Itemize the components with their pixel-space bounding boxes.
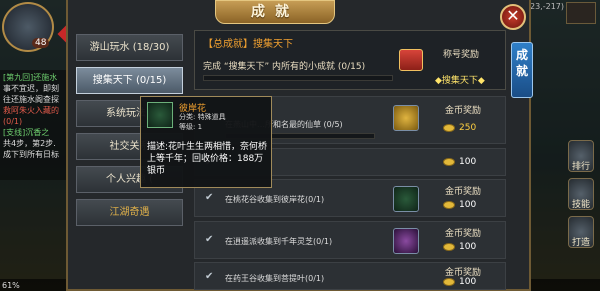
rank-button[interactable]: 排行 <box>568 140 594 172</box>
coin-reward-value: 100 <box>443 242 476 252</box>
tooltip-item-description: 描述:花叶生生两相惜，奈何桥上等千年；回收价格：188万银币 <box>147 142 268 176</box>
achievement-text: 在药王谷收集到菩提叶(0/1) <box>225 274 325 283</box>
coin-amount: 100 <box>459 277 477 287</box>
coin-amount: 100 <box>459 242 477 252</box>
quest-line: 救阿朱火入藏的 <box>3 106 59 115</box>
tooltip-item-level: 等级: 1 <box>179 123 203 131</box>
title-reward-label: 称号奖励 <box>443 50 480 60</box>
player-level-badge: 48 <box>32 38 50 48</box>
quest-line: [支线]沉香之 <box>3 128 50 137</box>
achievement-row[interactable]: ✔ 在药王谷收集到菩提叶(0/1) 金币奖励 100 <box>194 262 506 290</box>
coin-icon <box>443 242 455 251</box>
summary-progress-bar <box>203 75 393 81</box>
gold-ingot-icon <box>393 105 419 131</box>
item-tooltip: 彼岸花 分类: 特殊道具 等级: 1 描述:花叶生生两相惜，奈何桥上等千年；回收… <box>140 96 272 188</box>
tab-achievement-side[interactable]: 成就 <box>511 42 533 98</box>
summary-header: 【总成就】搜集天下 <box>203 39 293 50</box>
flower-icon <box>147 102 173 128</box>
lingzhi-icon <box>393 228 419 254</box>
minimap-button[interactable] <box>566 2 596 24</box>
coin-icon <box>443 157 455 166</box>
panel-title: 成就 <box>215 0 335 24</box>
tab-adventure[interactable]: 江湖奇遇 <box>76 199 183 226</box>
coin-icon <box>443 200 455 209</box>
coin-reward-value: 100 <box>443 277 476 287</box>
summary-description: 完成 “搜集天下” 内所有的小成就 (0/15) <box>203 62 366 72</box>
quest-line: [第九回]还施水 <box>3 73 58 82</box>
coin-icon <box>443 123 455 132</box>
quest-line: 共4步，第2步. <box>3 139 56 148</box>
skill-button[interactable]: 技能 <box>568 178 594 210</box>
achievement-row[interactable]: ✔ 在逍遥派收集到千年灵芝(0/1) 金币奖励 100 <box>194 221 506 259</box>
rank-label: 排行 <box>571 162 590 172</box>
quest-tracker[interactable]: [第九回]还施水 事不宜迟，即刻 往还施水阁查探 救阿朱火入藏的 (0/1) [… <box>0 70 68 180</box>
quest-line: (0/1) <box>3 117 23 126</box>
coin-reward-label: 金币奖励 <box>445 229 482 239</box>
coin-amount: 250 <box>459 123 477 133</box>
skill-label: 技能 <box>571 200 590 210</box>
quest-line: 成下到所有日标 <box>3 150 59 159</box>
flower-icon <box>393 186 419 212</box>
check-icon: ✔ <box>205 271 214 282</box>
title-reward-chest-icon <box>399 49 423 71</box>
achievement-text: 在逍遥派收集到千年灵芝(0/1) <box>225 237 333 246</box>
quest-line: 往还施水阁查探 <box>3 95 59 104</box>
achievement-text: 在桃花谷收集到彼岸花(0/1) <box>225 195 325 204</box>
coin-reward-value: 100 <box>443 157 476 167</box>
coin-reward-value: 100 <box>443 200 476 210</box>
coin-reward-value: 250 <box>443 123 476 133</box>
coin-reward-label: 金币奖励 <box>445 106 482 116</box>
close-button[interactable]: ✕ <box>500 4 526 30</box>
check-icon: ✔ <box>205 192 214 203</box>
tab-travel[interactable]: 游山玩水 (18/30) <box>76 34 183 61</box>
tab-collect[interactable]: 搜集天下 (0/15) <box>76 67 183 94</box>
quest-line: 事不宜迟，即刻 <box>3 84 59 93</box>
title-reward-name: ◆搜集天下◆ <box>435 76 485 86</box>
summary-card: 【总成就】搜集天下 完成 “搜集天下” 内所有的小成就 (0/15) 称号奖励 … <box>194 30 506 90</box>
coin-amount: 100 <box>459 157 477 167</box>
battery-level: 61% <box>2 281 20 290</box>
forge-label: 打造 <box>571 238 590 248</box>
coin-icon <box>443 277 455 286</box>
coin-amount: 100 <box>459 200 477 210</box>
coin-reward-label: 金币奖励 <box>445 187 482 197</box>
tooltip-item-category: 分类: 特殊道具 <box>179 113 226 121</box>
forge-button[interactable]: 打造 <box>568 216 594 248</box>
check-icon: ✔ <box>205 234 214 245</box>
